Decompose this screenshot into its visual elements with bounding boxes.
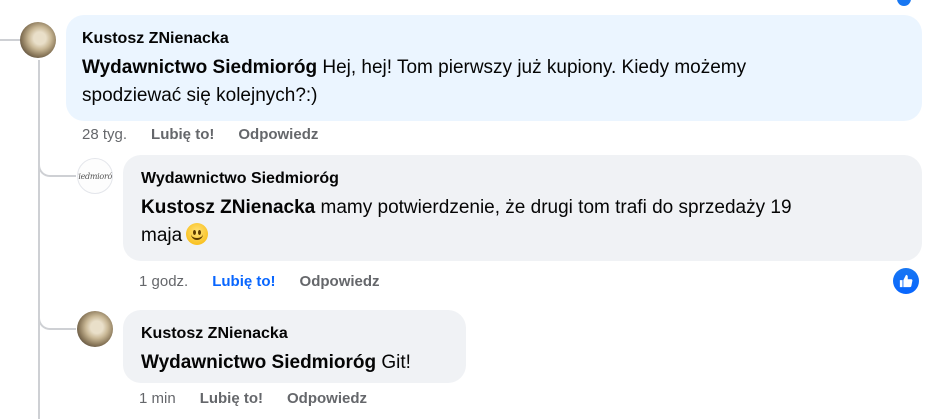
thread-line-branch-2 [38, 313, 76, 330]
mention-link[interactable]: Wydawnictwo Siedmioróg [141, 352, 376, 373]
comment-actions-1: 28 tyg. Lubię to! Odpowiedz [82, 126, 342, 143]
reply-button[interactable]: Odpowiedz [300, 273, 380, 290]
comment-author[interactable]: Kustosz ZNienacka [82, 29, 906, 49]
comment-text-line1: mamy potwierdzenie, że drugi tom trafi d… [315, 197, 792, 218]
comment-text-line1: Hej, hej! Tom pierwszy już kupiony. Kied… [317, 57, 747, 78]
comment-text-line2: maja [141, 225, 183, 246]
reply-button[interactable]: Odpowiedz [238, 126, 318, 143]
comment-text: Wydawnictwo Siedmioróg Hej, hej! Tom pie… [82, 54, 906, 110]
smiling-face-emoji-icon [186, 223, 209, 245]
comment-text-line2: spodziewać się kolejnych?:) [82, 85, 318, 106]
avatar-logo-text: Siedmioróg [78, 171, 112, 181]
comment-bubble-3: Kustosz ZNienacka Wydawnictwo Siedmioróg… [123, 310, 466, 383]
comment-text-line1: Git! [376, 352, 411, 373]
notification-dot [897, 0, 911, 6]
comment-text: Wydawnictwo Siedmioróg Git! [141, 349, 448, 377]
comment-bubble-2: Wydawnictwo Siedmioróg Kustosz ZNienacka… [123, 155, 922, 261]
thumbs-up-icon [899, 274, 913, 288]
mention-link[interactable]: Kustosz ZNienacka [141, 197, 315, 218]
avatar-kustosz[interactable] [20, 22, 56, 58]
like-button[interactable]: Lubię to! [212, 273, 275, 290]
like-button[interactable]: Lubię to! [151, 126, 214, 143]
mention-link[interactable]: Wydawnictwo Siedmioróg [82, 57, 317, 78]
avatar-kustosz[interactable] [77, 311, 113, 347]
thumbs-up-reaction-icon[interactable] [893, 268, 919, 294]
thread-line-vertical [38, 60, 40, 419]
comment-time[interactable]: 1 min [139, 390, 176, 407]
thread-line-branch-1 [38, 160, 76, 177]
comment-text: Kustosz ZNienacka mamy potwierdzenie, że… [141, 194, 904, 250]
comment-time[interactable]: 28 tyg. [82, 126, 127, 143]
like-button[interactable]: Lubię to! [200, 390, 263, 407]
comment-author[interactable]: Kustosz ZNienacka [141, 324, 448, 344]
reply-button[interactable]: Odpowiedz [287, 390, 367, 407]
comment-bubble-1: Kustosz ZNienacka Wydawnictwo Siedmioróg… [66, 15, 922, 121]
comment-time[interactable]: 1 godz. [139, 273, 188, 290]
comment-actions-2: 1 godz. Lubię to! Odpowiedz [139, 273, 404, 290]
avatar-wydawnictwo[interactable]: Siedmioróg [77, 158, 113, 194]
comment-actions-3: 1 min Lubię to! Odpowiedz [139, 390, 391, 407]
thread-line-top [0, 39, 20, 41]
comment-author[interactable]: Wydawnictwo Siedmioróg [141, 169, 904, 189]
